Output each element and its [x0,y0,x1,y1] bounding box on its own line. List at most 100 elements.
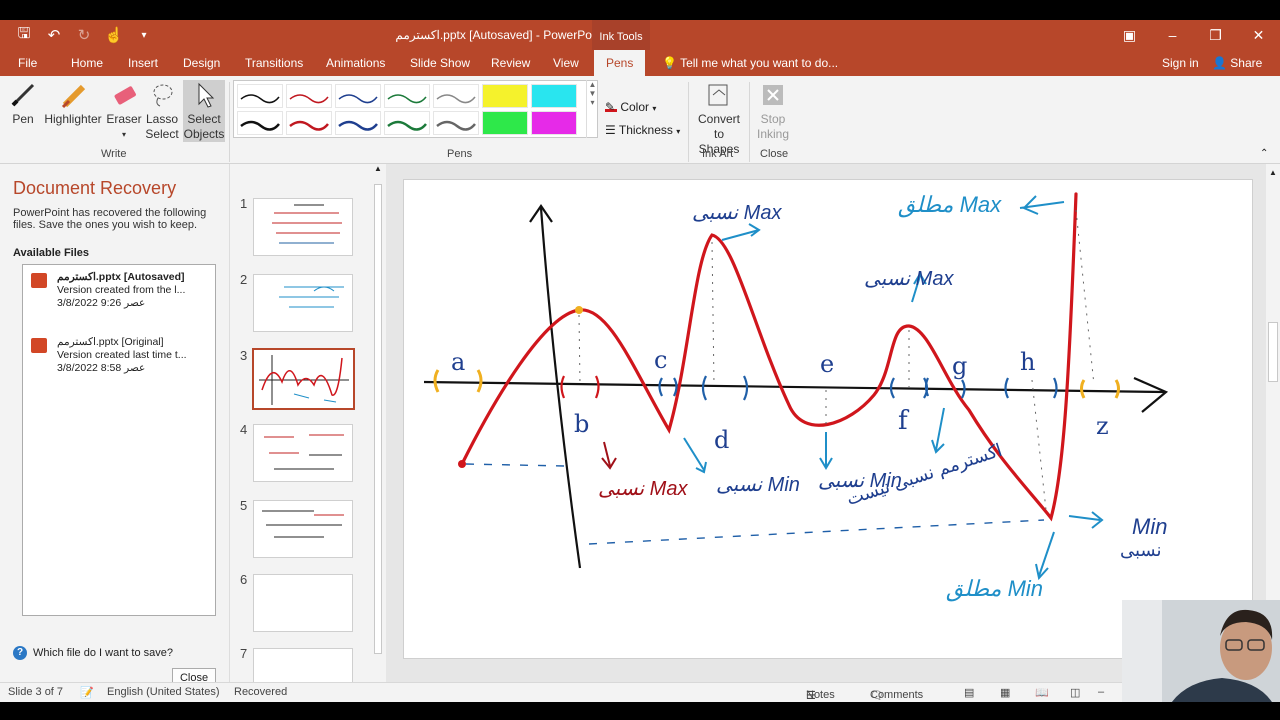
tab-transitions[interactable]: Transitions [245,56,303,70]
tell-me-search[interactable]: 💡 Tell me what you want to do... [662,56,838,70]
stop-inking-button[interactable]: Stop Inking [752,80,794,142]
file-name: اکسترمم.pptx [Autosaved] [57,271,185,283]
highlighter-magenta[interactable] [531,111,577,135]
ink-drawing [423,192,1169,581]
scroll-thumb[interactable] [374,184,382,654]
tab-design[interactable]: Design [183,56,220,70]
annotation-arrow-red [601,441,617,470]
which-file-help-link[interactable]: ? Which file do I want to save? [13,646,173,660]
recovery-description: PowerPoint has recovered the following f… [13,207,207,231]
thumb-number: 6 [240,572,248,587]
slide-thumbnail[interactable] [253,648,353,684]
x-axis [423,380,1165,394]
thickness-label: Thickness [618,123,673,137]
tab-slide-show[interactable]: Slide Show [410,56,470,70]
slide-thumbnail[interactable] [253,274,353,332]
slide-thumbnail[interactable] [253,198,353,256]
recovered-files-list: اکسترمم.pptx [Autosaved] Version created… [22,264,216,616]
lasso-select-button[interactable]: Lasso Select [145,80,179,142]
tab-home[interactable]: Home [71,56,103,70]
collapse-ribbon-icon[interactable]: ⌃ [1260,148,1268,159]
tab-view[interactable]: View [553,56,579,70]
normal-view-icon[interactable]: ▤ [964,686,974,699]
color-button[interactable]: ✎ Color ▾ [605,100,656,114]
zoom-out-icon[interactable]: – [1098,686,1104,698]
highlighter-green[interactable] [482,111,528,135]
share-label: Share [1230,56,1263,70]
recovered-file-item[interactable]: اکسترمم.pptx [Original] Version created … [31,336,211,375]
lasso-label-2: Select [145,127,179,141]
slide-thumbnail[interactable] [253,574,353,632]
tab-file[interactable]: File [18,56,37,70]
pen-tool-button[interactable]: Pen [8,80,38,127]
sign-in-link[interactable]: Sign in [1162,56,1199,70]
max-point-marker [575,306,583,314]
pen-green-thick[interactable] [384,111,430,135]
slideshow-view-icon[interactable]: ◫ [1070,686,1080,699]
slide-thumbnail-active[interactable] [252,348,355,410]
pen-black-thick[interactable] [237,111,283,135]
minimize-icon[interactable]: – [1151,20,1194,50]
spell-check-icon[interactable]: 📝 [80,686,94,699]
label-c: c [654,346,668,374]
tab-pens[interactable]: Pens [594,50,646,76]
pen-gray-thin[interactable] [433,84,479,108]
thickness-button[interactable]: ☰ Thickness ▾ [605,123,680,137]
thumb-number: 1 [240,196,248,211]
recovered-file-item[interactable]: اکسترمم.pptx [Autosaved] Version created… [31,271,211,310]
tab-review[interactable]: Review [491,56,530,70]
pen-label: Pen [12,112,34,126]
close-group-label: Close [760,148,789,160]
file-date: 3/8/2022 8:58 عصر [57,362,146,374]
language-indicator[interactable]: English (United States) [107,686,220,698]
stop-inking-icon [758,80,788,110]
pen-red-thin[interactable] [286,84,332,108]
close-window-icon[interactable]: ✕ [1237,20,1280,50]
tab-animations[interactable]: Animations [326,56,385,70]
tab-insert[interactable]: Insert [128,56,158,70]
document-title: اکسترمم.pptx [Autosaved] - PowerPoint [395,28,605,42]
slide-thumbnail[interactable] [253,424,353,482]
slide-sorter-icon[interactable]: ▦ [1000,686,1010,699]
slide-thumbnail[interactable] [253,500,353,558]
relative-min-label-1: نسبی Min [716,474,800,496]
pen-gray-thick[interactable] [433,111,479,135]
eraser-label: Eraser [106,112,142,126]
pen-icon [8,80,38,110]
min-relative-fa-label: نسبی [1120,540,1162,560]
share-button[interactable]: 👤 Share [1212,56,1262,70]
highlighter-button[interactable]: Highlighter [42,80,104,127]
pen-navy-thick[interactable] [335,111,381,135]
relative-max-label-1: نسبی Max [692,202,782,224]
convert-to-shapes-button[interactable]: Convert to Shapes [692,80,746,157]
pen-black-thin[interactable] [237,84,283,108]
gallery-scroll[interactable]: ▲ ▼ ▾ [586,80,598,138]
available-files-heading: Available Files [13,247,90,259]
label-z: z [1096,412,1109,440]
scroll-up-icon[interactable]: ▲ [371,164,385,173]
convert-label-1: Convert [697,112,741,126]
lightbulb-icon: 💡 [662,56,681,70]
pen-blue-thin[interactable] [335,84,381,108]
slide-canvas[interactable]: a b c d e f g h z نسبی Max نسبی Max نسبی… [403,179,1253,659]
help-text: Which file do I want to save? [33,647,174,659]
ribbon-display-icon[interactable]: ▣ [1108,20,1151,50]
scroll-up-icon[interactable]: ▲ [1266,168,1280,177]
highlighter-cyan[interactable] [531,84,577,108]
relative-max-label-2: نسبی Max [864,268,954,290]
select-objects-button[interactable]: Select Objects [183,80,225,142]
ink-tools-context-label: Ink Tools [592,20,650,50]
eraser-button[interactable]: Eraser ▾ [106,80,142,142]
highlighter-yellow[interactable] [482,84,528,108]
reading-view-icon[interactable]: 📖 [1035,686,1049,699]
select-label-2: Objects [183,127,225,141]
scroll-thumb[interactable] [1268,322,1278,382]
file-date: 3/8/2022 9:26 عصر [57,297,146,309]
restore-icon[interactable]: ❐ [1194,20,1237,50]
write-group-label: Write [101,148,127,160]
x-axis-arrow-icon [1133,376,1169,413]
pen-green-thin[interactable] [384,84,430,108]
status-bar: Slide 3 of 7 📝 English (United States) R… [0,682,1280,702]
thumbnails-scrollbar[interactable]: ▲ [371,164,385,700]
pen-red-thick[interactable] [286,111,332,135]
